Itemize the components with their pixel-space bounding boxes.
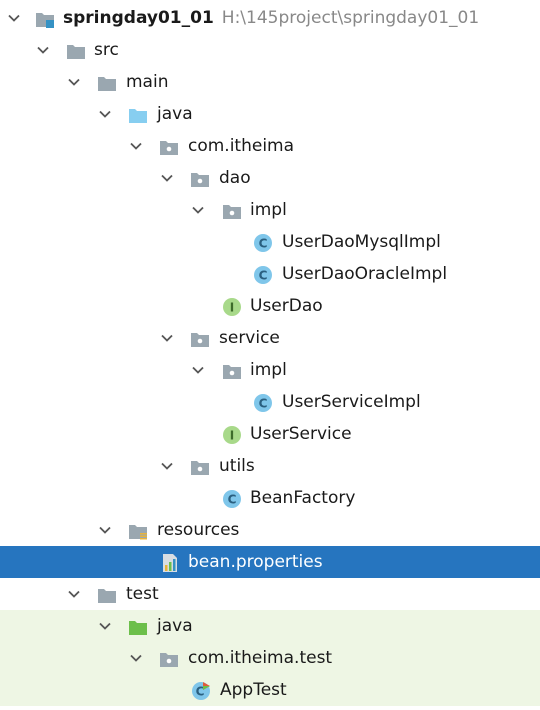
tree-item-java-main[interactable]: java: [0, 98, 540, 130]
properties-file-icon: [163, 554, 177, 572]
tree-item-com-itheima-test[interactable]: com.itheima.test: [0, 642, 540, 674]
folder-icon: [98, 589, 116, 603]
tree-item-label: bean.properties: [188, 552, 323, 572]
svg-text:C: C: [259, 397, 268, 411]
tree-item-test[interactable]: test: [0, 578, 540, 610]
tree-item-label: test: [126, 584, 159, 604]
tree-item-user-dao[interactable]: I UserDao: [0, 290, 540, 322]
tree-item-user-dao-oracle-impl[interactable]: C UserDaoOracleImpl: [0, 258, 540, 290]
chevron-down-icon[interactable]: [98, 619, 112, 633]
svg-text:I: I: [230, 429, 234, 443]
tree-item-label: java: [157, 616, 193, 636]
tree-item-label: service: [219, 328, 280, 348]
tree-item-bean-properties[interactable]: bean.properties: [0, 546, 540, 578]
chevron-down-icon[interactable]: [36, 43, 50, 57]
chevron-down-icon[interactable]: [129, 139, 143, 153]
interface-icon: I: [223, 426, 241, 444]
chevron-down-icon[interactable]: [7, 11, 21, 25]
tree-item-label: UserDaoOracleImpl: [282, 264, 448, 284]
tree-item-label: UserDaoMysqlImpl: [282, 232, 441, 252]
tree-item-label: dao: [219, 168, 251, 188]
tree-item-src[interactable]: src: [0, 34, 540, 66]
tree-item-label: springday01_01 H:\145project\springday01_…: [63, 8, 480, 28]
tree-item-label: resources: [157, 520, 240, 540]
tree-item-label: BeanFactory: [250, 488, 356, 508]
chevron-down-icon[interactable]: [191, 203, 205, 217]
tree-item-service-impl[interactable]: impl: [0, 354, 540, 386]
class-icon: C: [223, 490, 241, 508]
package-icon: [191, 461, 209, 475]
chevron-down-icon[interactable]: [160, 331, 174, 345]
tree-item-user-dao-mysql-impl[interactable]: C UserDaoMysqlImpl: [0, 226, 540, 258]
svg-text:C: C: [228, 493, 237, 507]
tree-item-app-test[interactable]: C AppTest: [0, 674, 540, 706]
project-tree: springday01_01 H:\145project\springday01_…: [0, 0, 540, 710]
tree-item-dao-impl[interactable]: impl: [0, 194, 540, 226]
tree-item-label: UserServiceImpl: [282, 392, 421, 412]
class-icon: C: [254, 394, 272, 412]
tree-item-service[interactable]: service: [0, 322, 540, 354]
chevron-down-icon[interactable]: [98, 107, 112, 121]
tree-item-label: java: [157, 104, 193, 124]
tree-item-dao[interactable]: dao: [0, 162, 540, 194]
test-class-icon: C: [192, 682, 210, 700]
source-folder-icon: [129, 109, 147, 123]
chevron-down-icon[interactable]: [191, 363, 205, 377]
tree-item-utils[interactable]: utils: [0, 450, 540, 482]
chevron-down-icon[interactable]: [160, 171, 174, 185]
tree-item-label: impl: [250, 200, 287, 220]
chevron-down-icon[interactable]: [160, 459, 174, 473]
tree-item-main[interactable]: main: [0, 66, 540, 98]
svg-text:I: I: [230, 301, 234, 315]
tree-item-bean-factory[interactable]: C BeanFactory: [0, 482, 540, 514]
folder-icon: [67, 45, 85, 59]
chevron-down-icon[interactable]: [67, 75, 81, 89]
tree-item-label: impl: [250, 360, 287, 380]
tree-item-label: com.itheima.test: [188, 648, 333, 668]
tree-item-label: AppTest: [220, 680, 287, 700]
tree-item-com-itheima[interactable]: com.itheima: [0, 130, 540, 162]
package-icon: [223, 365, 241, 379]
package-icon: [223, 205, 241, 219]
module-folder-icon: [36, 13, 54, 28]
svg-text:C: C: [259, 237, 268, 251]
tree-item-label: src: [94, 40, 119, 60]
tree-item-java-test[interactable]: java: [0, 610, 540, 642]
chevron-down-icon[interactable]: [98, 523, 112, 537]
package-icon: [191, 333, 209, 347]
tree-item-user-service[interactable]: I UserService: [0, 418, 540, 450]
tree-item-label: UserService: [250, 424, 352, 444]
svg-text:C: C: [259, 269, 268, 283]
tree-item-label: UserDao: [250, 296, 323, 316]
chevron-down-icon[interactable]: [129, 651, 143, 665]
class-icon: C: [254, 234, 272, 252]
interface-icon: I: [223, 298, 241, 316]
tree-item-resources[interactable]: resources: [0, 514, 540, 546]
tree-item-label: utils: [219, 456, 255, 476]
tree-item-label: com.itheima: [188, 136, 295, 156]
folder-icon: [98, 77, 116, 91]
tree-item-user-service-impl[interactable]: C UserServiceImpl: [0, 386, 540, 418]
test-source-folder-icon: [129, 621, 147, 635]
resources-folder-icon: [129, 525, 147, 540]
class-icon: C: [254, 266, 272, 284]
chevron-down-icon[interactable]: [67, 587, 81, 601]
tree-item-project[interactable]: springday01_01 H:\145project\springday01_…: [0, 2, 540, 34]
package-icon: [160, 653, 178, 667]
tree-item-label: main: [126, 72, 169, 92]
package-icon: [160, 141, 178, 155]
package-icon: [191, 173, 209, 187]
